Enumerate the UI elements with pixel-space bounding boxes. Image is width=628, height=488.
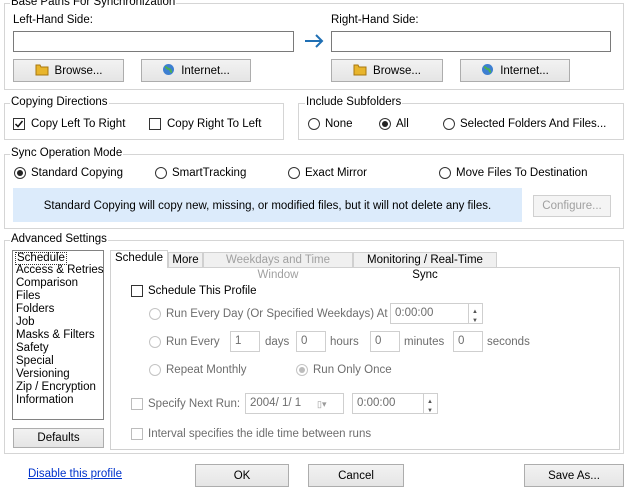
standard-copying-label: Standard Copying [31,167,124,179]
exact-mirror-label: Exact Mirror [305,167,367,179]
tab-schedule[interactable]: Schedule [110,250,168,268]
subfolders-all-label: All [396,118,409,130]
globe-icon [162,63,175,79]
category-item-files[interactable]: Files [16,290,40,302]
globe-icon [481,63,494,79]
defaults-label: Defaults [37,432,80,444]
cancel-label: Cancel [338,469,374,482]
sync-mode-description: Standard Copying will copy new, missing,… [43,200,492,212]
disable-profile-link[interactable]: Disable this profile [28,467,122,481]
copy-left-to-right-label: Copy Left To Right [31,118,126,130]
interval-idle-checkbox[interactable] [131,428,143,440]
category-item-zip-encryption[interactable]: Zip / Encryption [16,381,96,393]
next-run-time-value: 0:00:00 [357,397,396,409]
specify-next-run-checkbox[interactable] [131,398,143,410]
run-every-day-label: Run Every Day (Or Specified Weekdays) At [166,308,388,320]
repeat-monthly-radio[interactable] [149,364,161,376]
right-hand-side-label: Right-Hand Side: [331,14,419,26]
defaults-button[interactable]: Defaults [13,428,104,448]
run-every-day-radio[interactable] [149,308,161,320]
seconds-input[interactable]: 0 [453,331,483,352]
category-item-special[interactable]: Special [16,355,54,367]
sync-mode-label: Sync Operation Mode [10,147,124,160]
next-run-date-input[interactable]: 2004/ 1/ 1 ▯▾ [245,393,344,414]
category-item-comparison[interactable]: Comparison [16,277,78,289]
subfolders-none-radio[interactable] [308,118,320,130]
days-label: days [265,336,290,348]
calendar-dropdown-icon[interactable]: ▯▾ [317,397,341,410]
copy-right-to-left-label: Copy Right To Left [167,118,262,130]
include-subfolders-label: Include Subfolders [305,96,403,109]
advanced-settings-label: Advanced Settings [10,233,108,246]
time-spinner[interactable]: ▲ ▼ [468,304,482,324]
cancel-button[interactable]: Cancel [308,464,404,487]
schedule-profile-label: Schedule This Profile [148,285,257,297]
save-as-label: Save As... [548,469,600,482]
category-item-versioning[interactable]: Versioning [16,368,70,380]
browse-label: Browse... [54,64,103,77]
folder-icon [35,63,49,79]
tab-more[interactable]: More [168,252,203,267]
ok-label: OK [233,469,251,482]
arrow-right-icon [303,33,325,49]
subfolders-selected-radio[interactable] [443,118,455,130]
right-path-input[interactable] [331,31,611,52]
category-item-masks-filters[interactable]: Masks & Filters [16,329,95,341]
move-files-radio[interactable] [439,167,451,179]
category-item-safety[interactable]: Safety [16,342,49,354]
browse-label: Browse... [373,64,421,77]
interval-idle-label: Interval specifies the idle time between… [148,428,372,440]
internet-label: Internet... [181,64,230,77]
standard-copying-radio[interactable] [14,167,26,179]
run-every-day-time-value: 0:00:00 [395,307,434,319]
run-only-once-label: Run Only Once [313,364,392,376]
subfolders-all-radio[interactable] [379,118,391,130]
left-internet-button[interactable]: Internet... [141,59,251,82]
smarttracking-radio[interactable] [155,167,167,179]
smarttracking-label: SmartTracking [172,167,247,179]
specify-next-run-label: Specify Next Run: [148,398,241,410]
base-paths-label: Base Paths For Synchronization [10,0,177,9]
folder-icon [353,63,367,79]
copy-left-to-right-checkbox[interactable] [13,118,25,130]
configure-label: Configure... [542,200,602,212]
repeat-monthly-label: Repeat Monthly [166,364,247,376]
seconds-label: seconds [487,336,530,348]
ok-button[interactable]: OK [195,464,289,487]
category-item-job[interactable]: Job [16,316,35,328]
run-only-once-radio[interactable] [296,364,308,376]
category-item-information[interactable]: Information [16,394,74,406]
left-hand-side-label: Left-Hand Side: [13,14,93,26]
exact-mirror-radio[interactable] [288,167,300,179]
hours-label: hours [330,336,359,348]
subfolders-selected-label: Selected Folders And Files... [460,118,607,130]
left-path-input[interactable] [13,31,294,52]
run-every-radio[interactable] [149,336,161,348]
time-spinner[interactable]: ▲ ▼ [423,394,437,414]
run-every-label: Run Every [166,336,220,348]
copying-directions-label: Copying Directions [10,96,109,109]
configure-button[interactable]: Configure... [533,195,611,217]
internet-label: Internet... [500,64,549,77]
next-run-date-value: 2004/ 1/ 1 [250,397,302,409]
save-as-button[interactable]: Save As... [524,464,624,487]
right-browse-button[interactable]: Browse... [331,59,443,82]
run-every-day-time-input[interactable]: 0:00:00 ▲ ▼ [390,303,483,324]
schedule-profile-checkbox[interactable] [131,285,143,297]
next-run-time-input[interactable]: 0:00:00 ▲ ▼ [352,393,438,414]
right-internet-button[interactable]: Internet... [460,59,570,82]
left-browse-button[interactable]: Browse... [13,59,124,82]
subfolders-none-label: None [325,118,353,130]
tab-weekdays-time-window[interactable]: Weekdays and Time Window [203,252,353,281]
category-item-folders[interactable]: Folders [16,303,54,315]
move-files-label: Move Files To Destination [456,167,588,179]
days-input[interactable]: 1 [230,331,260,352]
hours-input[interactable]: 0 [296,331,326,352]
minutes-input[interactable]: 0 [370,331,400,352]
category-list[interactable]: Schedule Access & Retries Comparison Fil… [12,250,104,420]
copy-right-to-left-checkbox[interactable] [149,118,161,130]
minutes-label: minutes [404,336,445,348]
tab-monitoring-realtime[interactable]: Monitoring / Real-Time Sync [353,252,497,281]
category-item-access-retries[interactable]: Access & Retries [16,264,104,276]
